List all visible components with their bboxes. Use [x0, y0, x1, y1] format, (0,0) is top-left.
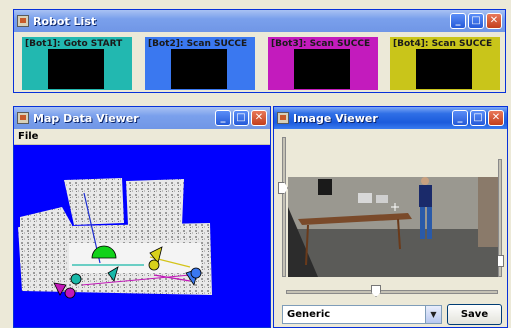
horizontal-slider[interactable]	[286, 290, 498, 294]
close-button[interactable]: ✕	[251, 110, 267, 126]
java-app-icon	[17, 15, 29, 27]
maximize-button[interactable]: □	[468, 13, 484, 29]
camera-mode-select[interactable]: Generic	[282, 305, 427, 324]
map-viewer-title: Map Data Viewer	[33, 111, 139, 125]
close-button[interactable]: ✕	[488, 110, 504, 126]
menu-file[interactable]: File	[18, 131, 38, 142]
robot-status-label: [Bot2]: Scan SUCCE	[148, 39, 248, 49]
robot-list-window: Robot List _ □ ✕ [Bot1]: Goto START [Bot…	[13, 9, 506, 93]
robot-camera-preview	[171, 49, 227, 89]
java-app-icon	[277, 112, 289, 124]
robot-list-title: Robot List	[33, 14, 97, 28]
minimize-button[interactable]: _	[452, 110, 468, 126]
robot-panel-3[interactable]: [Bot3]: Scan SUCCE	[268, 37, 378, 90]
save-button[interactable]: Save	[447, 304, 502, 325]
robot-status-label: [Bot3]: Scan SUCCE	[271, 39, 371, 49]
map-viewer-titlebar[interactable]: Map Data Viewer _ □ ✕	[14, 107, 270, 129]
robot-status-label: [Bot1]: Goto START	[25, 39, 123, 49]
robot-camera-preview	[294, 49, 350, 89]
robot-camera-preview	[48, 49, 104, 89]
chevron-down-icon[interactable]: ▼	[425, 305, 442, 324]
maximize-button[interactable]: □	[233, 110, 249, 126]
close-button[interactable]: ✕	[486, 13, 502, 29]
camera-mode-value: Generic	[287, 309, 331, 320]
robot-status-label: [Bot4]: Scan SUCCE	[393, 39, 493, 49]
image-viewer-title: Image Viewer	[293, 111, 378, 125]
camera-image	[288, 177, 498, 277]
minimize-button[interactable]: _	[215, 110, 231, 126]
robot-panel-1[interactable]: [Bot1]: Goto START	[22, 37, 132, 90]
left-slider-thumb[interactable]	[278, 182, 288, 194]
minimize-button[interactable]: _	[450, 13, 466, 29]
map-canvas[interactable]	[14, 145, 270, 327]
robot-panel-2[interactable]: [Bot2]: Scan SUCCE	[145, 37, 255, 90]
robot-camera-preview	[416, 49, 472, 89]
horizontal-slider-thumb[interactable]	[371, 285, 381, 297]
left-vertical-slider[interactable]	[282, 137, 286, 277]
image-viewer-window: Image Viewer _ □ ✕ Generic ▼ Save	[273, 106, 508, 328]
robot-bot1-body[interactable]	[70, 273, 82, 285]
maximize-button[interactable]: □	[470, 110, 486, 126]
image-viewer-titlebar[interactable]: Image Viewer _ □ ✕	[274, 107, 507, 129]
robot-list-titlebar[interactable]: Robot List _ □ ✕	[14, 10, 505, 32]
map-viewer-window: Map Data Viewer _ □ ✕ File	[13, 106, 271, 328]
java-app-icon	[17, 112, 29, 124]
robot-bot2-body[interactable]	[190, 267, 202, 279]
map-menubar: File	[14, 129, 270, 145]
robot-bot3-body[interactable]	[64, 287, 76, 299]
robot-panel-4[interactable]: [Bot4]: Scan SUCCE	[390, 37, 500, 90]
robot-bot4-body[interactable]	[148, 259, 160, 271]
